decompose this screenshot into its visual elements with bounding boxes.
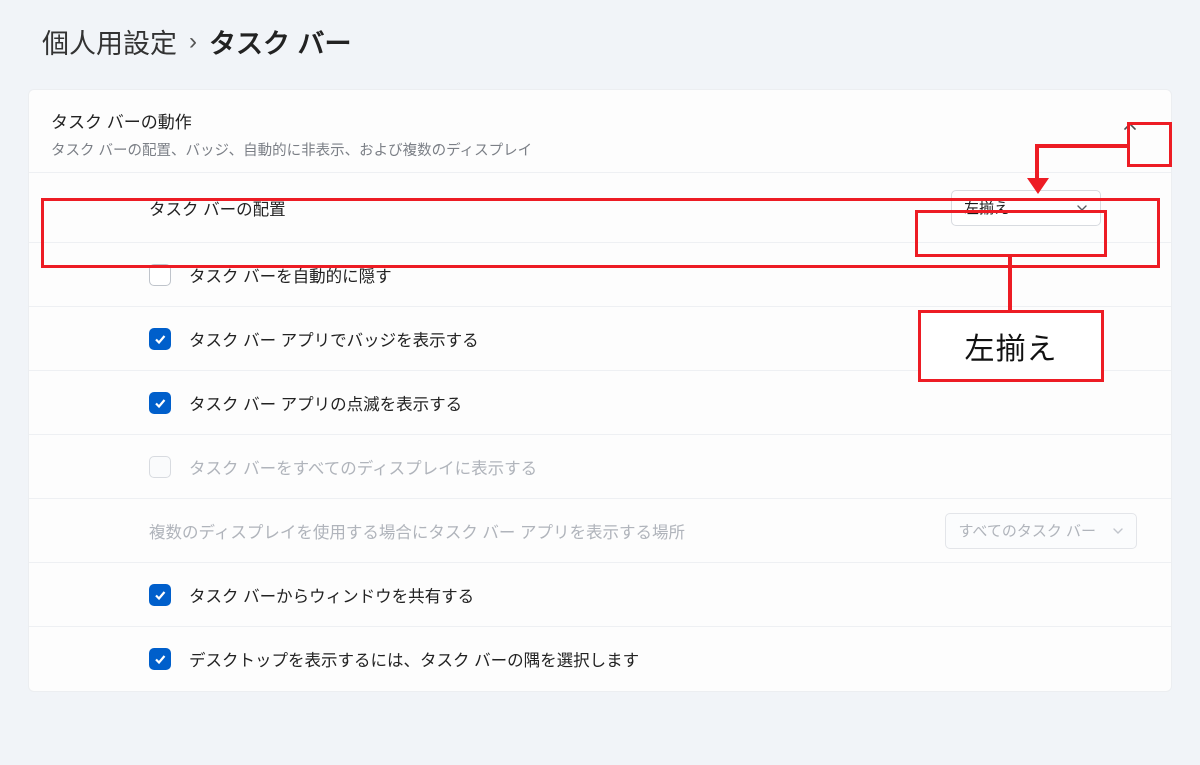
taskbar-alignment-row: タスク バーの配置 左揃え: [29, 173, 1171, 243]
breadcrumb: 個人用設定 › タスク バー: [28, 22, 1172, 61]
showdesk-label: デスクトップを表示するには、タスク バーの隅を選択します: [189, 647, 639, 671]
chevron-down-icon: [1076, 202, 1088, 214]
badge-label: タスク バー アプリでバッジを表示する: [189, 327, 479, 351]
breadcrumb-separator: ›: [189, 28, 197, 56]
chevron-up-icon: [1122, 119, 1138, 135]
taskbar-alignment-value: 左揃え: [964, 197, 1009, 218]
autohide-checkbox[interactable]: [149, 264, 171, 286]
taskbar-alignment-dropdown[interactable]: 左揃え: [951, 190, 1101, 226]
showdesk-checkbox[interactable]: [149, 648, 171, 670]
collapse-section-button[interactable]: [1111, 108, 1149, 146]
alldisplay-row: タスク バーをすべてのディスプレイに表示する: [29, 435, 1171, 499]
alldisplay-label: タスク バーをすべてのディスプレイに表示する: [189, 455, 537, 479]
flash-checkbox[interactable]: [149, 392, 171, 414]
flash-label: タスク バー アプリの点滅を表示する: [189, 391, 462, 415]
section-subtitle: タスク バーの配置、バッジ、自動的に非表示、および複数のディスプレイ: [51, 139, 532, 160]
multidisplay-value: すべてのタスク バー: [958, 520, 1096, 541]
section-title: タスク バーの動作: [51, 108, 532, 133]
multidisplay-dropdown: すべてのタスク バー: [945, 513, 1137, 549]
taskbar-alignment-label: タスク バーの配置: [149, 196, 286, 220]
breadcrumb-parent[interactable]: 個人用設定: [42, 22, 177, 61]
sharewin-label: タスク バーからウィンドウを共有する: [189, 583, 474, 607]
showdesk-row: デスクトップを表示するには、タスク バーの隅を選択します: [29, 627, 1171, 691]
multidisplay-label: 複数のディスプレイを使用する場合にタスク バー アプリを表示する場所: [149, 519, 685, 543]
anno-callout-left-align: 左揃え: [918, 310, 1104, 382]
autohide-row: タスク バーを自動的に隠す: [29, 243, 1171, 307]
sharewin-checkbox[interactable]: [149, 584, 171, 606]
autohide-label: タスク バーを自動的に隠す: [189, 263, 392, 287]
taskbar-behavior-panel: タスク バーの動作 タスク バーの配置、バッジ、自動的に非表示、および複数のディ…: [28, 89, 1172, 692]
breadcrumb-current: タスク バー: [209, 22, 352, 61]
section-header-titles: タスク バーの動作 タスク バーの配置、バッジ、自動的に非表示、および複数のディ…: [51, 108, 532, 160]
callout-text: 左揃え: [965, 324, 1058, 368]
alldisplay-checkbox: [149, 456, 171, 478]
multidisplay-row: 複数のディスプレイを使用する場合にタスク バー アプリを表示する場所 すべてのタ…: [29, 499, 1171, 563]
badge-checkbox[interactable]: [149, 328, 171, 350]
chevron-down-icon: [1112, 525, 1124, 537]
sharewin-row: タスク バーからウィンドウを共有する: [29, 563, 1171, 627]
